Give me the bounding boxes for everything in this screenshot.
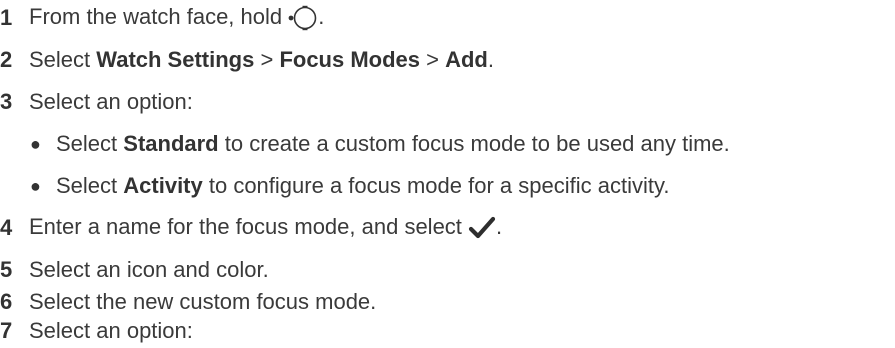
menu-path-separator: >	[254, 47, 280, 72]
option-bullet-activity: ● Select Activity to configure a focus m…	[30, 169, 669, 203]
step-text: Select Watch Settings > Focus Modes > Ad…	[29, 47, 494, 73]
step-text: Enter a name for the focus mode, and sel…	[29, 214, 502, 241]
bullet-text-part: to configure a focus mode for a specific…	[202, 173, 670, 198]
bullet-icon: ●	[30, 175, 41, 196]
option-name: Standard	[123, 131, 219, 156]
step-number: 6	[0, 289, 13, 314]
step-4: 4 Enter a name for the focus mode, and s…	[0, 211, 502, 245]
step-number: 2	[0, 47, 13, 72]
step-1: 1 From the watch face, hold .	[0, 1, 324, 35]
step-5: 5 Select an icon and color.	[0, 253, 269, 287]
option-bullet-standard: ● Select Standard to create a custom foc…	[30, 127, 730, 161]
step-number: 3	[0, 89, 13, 114]
option-name: Activity	[123, 173, 203, 198]
step-text-part: From the watch face, hold	[29, 3, 289, 29]
bullet-text-part: to create a custom focus mode to be used…	[218, 131, 730, 156]
step-number: 1	[0, 5, 13, 30]
instruction-list: 1 From the watch face, hold . 2 Select W…	[0, 0, 895, 343]
menu-path-separator: >	[420, 47, 446, 72]
step-text-part: .	[487, 47, 494, 72]
step-7: 7 Select an option:	[0, 314, 193, 348]
step-2: 2 Select Watch Settings > Focus Modes > …	[0, 43, 494, 77]
step-number: 7	[0, 318, 13, 343]
step-text: Select an option:	[29, 89, 193, 114]
step-text: Select the new custom focus mode.	[29, 289, 377, 314]
step-number: 5	[0, 257, 13, 282]
step-3: 3 Select an option:	[0, 85, 193, 119]
bullet-text-part: Select	[56, 173, 124, 198]
step-text-part: .	[496, 214, 503, 240]
step-text: Select an icon and color.	[29, 257, 269, 282]
step-number: 4	[0, 215, 13, 240]
checkmark-icon	[468, 216, 496, 242]
step-text-part: Enter a name for the focus mode, and sel…	[29, 214, 469, 240]
watch-button-icon	[288, 4, 318, 32]
step-text: Select an option:	[29, 318, 193, 343]
bullet-text: Select Standard to create a custom focus…	[56, 131, 730, 157]
menu-path-item: Focus Modes	[279, 47, 421, 72]
step-text: From the watch face, hold .	[29, 4, 324, 32]
bullet-text-part: Select	[56, 131, 124, 156]
bullet-icon: ●	[30, 133, 41, 154]
menu-path-item: Add	[445, 47, 488, 72]
step-text-part: .	[318, 3, 325, 29]
step-text-part: Select	[29, 47, 97, 72]
menu-path-item: Watch Settings	[96, 47, 255, 72]
bullet-text: Select Activity to configure a focus mod…	[56, 173, 669, 199]
